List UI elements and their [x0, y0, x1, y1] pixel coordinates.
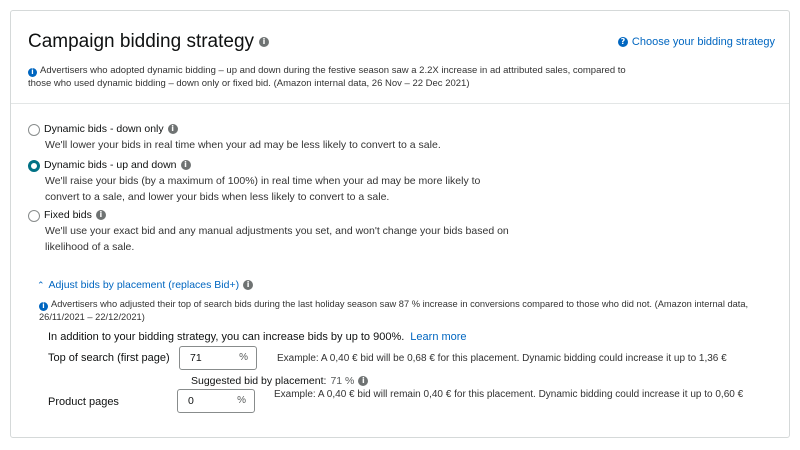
increase-bids-text: In addition to your bidding strategy, yo… [48, 331, 467, 343]
learn-more-link[interactable]: Learn more [410, 331, 466, 343]
top-of-search-label: Top of search (first page) [48, 352, 170, 364]
suggested-bid-value: 71 % [330, 375, 355, 387]
info-icon[interactable]: i [167, 124, 178, 134]
product-pages-example: Example: A 0,40 € bid will remain 0,40 €… [274, 389, 744, 400]
page-title: Campaign bidding strategy i [28, 31, 270, 53]
percent-unit: % [239, 352, 248, 363]
option-label: Dynamic bids - up and down [44, 159, 177, 171]
choose-strategy-label: Choose your bidding strategy [631, 36, 775, 48]
info-icon[interactable]: i [180, 160, 191, 170]
option-fixed-bids[interactable]: Fixed bids i [28, 209, 106, 222]
title-text: Campaign bidding strategy [28, 31, 255, 52]
product-pages-input[interactable]: % [177, 389, 255, 413]
placement-note: i Advertisers who adjusted their top of s… [39, 298, 759, 324]
choose-strategy-link[interactable]: ? Choose your bidding strategy [617, 36, 775, 48]
option-description: We'll lower your bids in real time when … [45, 139, 441, 151]
radio-down-only[interactable] [28, 124, 40, 136]
option-description: We'll use your exact bid and any manual … [45, 225, 509, 253]
option-label: Fixed bids [44, 209, 92, 221]
info-icon[interactable]: i [358, 376, 369, 386]
product-pages-label: Product pages [48, 396, 119, 408]
top-of-search-example: Example: A 0,40 € bid will be 0,68 € for… [277, 353, 727, 364]
help-icon: ? [617, 37, 628, 47]
placement-note-text: Advertisers who adjusted their top of se… [39, 299, 749, 322]
suggested-bid-label: Suggested bid by placement: [191, 375, 327, 387]
radio-up-and-down[interactable] [28, 160, 40, 172]
panel-header: Campaign bidding strategy i ? Choose you… [11, 11, 789, 104]
festive-season-note: i Advertisers who adopted dynamic bidding… [28, 64, 628, 90]
increase-bids-label: In addition to your bidding strategy, yo… [48, 331, 405, 343]
festive-note-text: Advertisers who adopted dynamic bidding … [28, 65, 626, 89]
option-description: We'll raise your bids (by a maximum of 1… [45, 175, 481, 203]
suggested-bid: Suggested bid by placement: 71 % i [191, 375, 369, 387]
info-icon: i [39, 302, 48, 311]
info-icon[interactable]: i [259, 37, 270, 47]
top-of-search-input[interactable]: % [179, 346, 257, 370]
product-pages-field[interactable] [186, 394, 234, 408]
info-icon[interactable]: i [95, 210, 106, 220]
info-icon: i [28, 68, 37, 77]
option-label: Dynamic bids - down only [44, 123, 164, 135]
percent-unit: % [237, 395, 246, 406]
chevron-up-icon: ⌃ [37, 279, 45, 290]
bidding-strategy-panel: Campaign bidding strategy i ? Choose you… [10, 10, 790, 438]
option-up-and-down[interactable]: Dynamic bids - up and down i [28, 159, 191, 172]
option-down-only[interactable]: Dynamic bids - down only i [28, 123, 178, 136]
radio-fixed-bids[interactable] [28, 210, 40, 222]
adjust-bids-toggle[interactable]: ⌃ Adjust bids by placement (replaces Bid… [37, 279, 254, 291]
info-icon[interactable]: i [243, 280, 254, 290]
top-of-search-field[interactable] [188, 351, 236, 365]
adjust-bids-label: Adjust bids by placement (replaces Bid+) [48, 279, 240, 291]
